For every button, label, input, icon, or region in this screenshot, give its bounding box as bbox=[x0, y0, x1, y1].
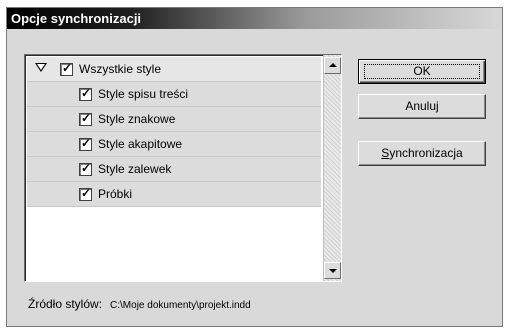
checkmark-icon: ✓ bbox=[81, 86, 92, 100]
list-scrollbar[interactable] bbox=[323, 55, 341, 281]
cancel-button[interactable]: Anuluj bbox=[358, 94, 486, 119]
collapse-triangle-icon[interactable] bbox=[35, 63, 47, 72]
list-item-label: Style znakowe bbox=[98, 112, 176, 126]
list-item-label: Style zalewek bbox=[98, 162, 172, 176]
checkbox-toc-styles[interactable]: ✓ bbox=[79, 86, 92, 101]
list-item-swatches[interactable]: ✓ Próbki bbox=[27, 182, 321, 207]
styles-list-rows: ✓ Wszystkie style ✓ Style spisu treści ✓… bbox=[27, 57, 321, 207]
checkmark-icon: ✓ bbox=[81, 111, 92, 125]
checkbox-paragraph-styles[interactable]: ✓ bbox=[79, 136, 92, 151]
checkbox-swatches[interactable]: ✓ bbox=[79, 186, 92, 201]
checkmark-icon: ✓ bbox=[81, 161, 92, 175]
list-item-label: Style akapitowe bbox=[98, 137, 183, 151]
arrow-up-icon bbox=[329, 63, 337, 67]
synchronize-button[interactable]: Synchronizacja bbox=[358, 141, 486, 166]
list-item-label: Style spisu treści bbox=[98, 87, 189, 101]
style-source-label: Źródło stylów: bbox=[28, 297, 103, 311]
sync-options-dialog: Opcje synchronizacji ✓ Wszystkie style ✓… bbox=[6, 7, 503, 327]
dialog-title: Opcje synchronizacji bbox=[11, 11, 142, 26]
checkmark-icon: ✓ bbox=[81, 136, 92, 150]
title-bar[interactable]: Opcje synchronizacji bbox=[7, 8, 502, 29]
list-item-character-styles[interactable]: ✓ Style znakowe bbox=[27, 107, 321, 132]
style-source-path: C:\Moje dokumenty\projekt.indd bbox=[110, 300, 251, 311]
focus-rectangle bbox=[364, 64, 480, 79]
checkmark-icon: ✓ bbox=[62, 61, 73, 75]
checkbox-character-styles[interactable]: ✓ bbox=[79, 111, 92, 126]
ok-button[interactable]: OK bbox=[358, 59, 486, 84]
checkbox-all-styles[interactable]: ✓ bbox=[60, 61, 73, 76]
list-item-trap-styles[interactable]: ✓ Style zalewek bbox=[27, 157, 321, 182]
list-item-all-styles[interactable]: ✓ Wszystkie style bbox=[27, 57, 321, 82]
scroll-down-button[interactable] bbox=[324, 262, 341, 279]
checkbox-trap-styles[interactable]: ✓ bbox=[79, 161, 92, 176]
list-item-label: Wszystkie style bbox=[79, 62, 162, 76]
arrow-down-icon bbox=[329, 269, 337, 273]
list-item-label: Próbki bbox=[98, 187, 133, 201]
style-source: Źródło stylów: C:\Moje dokumenty\projekt.… bbox=[28, 297, 251, 311]
cancel-button-label: Anuluj bbox=[405, 99, 439, 113]
list-item-toc-styles[interactable]: ✓ Style spisu treści bbox=[27, 82, 321, 107]
styles-list[interactable]: ✓ Wszystkie style ✓ Style spisu treści ✓… bbox=[24, 54, 342, 282]
list-item-paragraph-styles[interactable]: ✓ Style akapitowe bbox=[27, 132, 321, 157]
checkmark-icon: ✓ bbox=[81, 186, 92, 200]
scroll-up-button[interactable] bbox=[324, 57, 341, 74]
synchronize-button-label: ynchronizacja bbox=[389, 146, 463, 160]
